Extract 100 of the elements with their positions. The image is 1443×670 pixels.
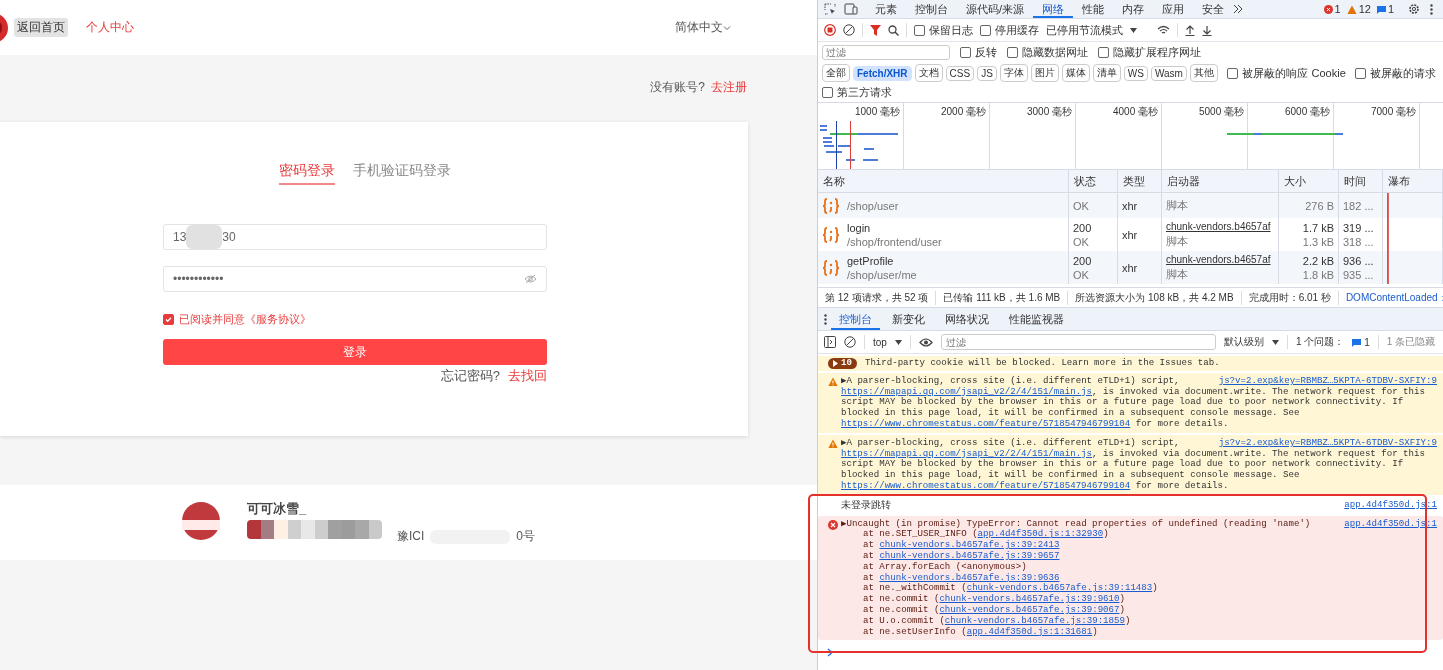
type-filter-chip[interactable]: 全部 [822,64,850,82]
checkbox[interactable] [1227,67,1239,79]
context-selector[interactable]: top [873,336,887,348]
clear-icon[interactable] [843,24,855,36]
column-header[interactable]: 名称 [823,173,845,189]
home-button[interactable]: 返回首页 [14,18,68,37]
dropdown-arrow-icon[interactable] [1271,339,1279,345]
device-toolbar-icon[interactable] [844,3,858,15]
more-icon[interactable] [824,313,827,325]
panel-tab[interactable]: 网络 [1033,0,1074,18]
checkbox[interactable] [822,87,833,98]
request-name[interactable]: login [847,221,942,234]
drawer-tab[interactable]: 性能监视器 [1001,308,1072,330]
stack-link[interactable]: chunk-vendors.b4657afe.js:39:9636 [879,571,1060,583]
record-stop-icon[interactable] [824,24,836,36]
panel-tab[interactable]: 元素 [866,0,906,18]
stack-link[interactable]: app.4d4f350d.js:1:32930 [977,528,1104,540]
stack-link[interactable]: chunk-vendors.b4657afe.js:39:11483 [966,582,1153,594]
checkbox[interactable] [960,47,971,58]
warning-icon[interactable] [828,438,838,449]
type-filter-chip[interactable]: 字体 [999,64,1028,82]
issues-badge[interactable]: 10 [828,358,857,369]
dropdown-arrow-icon[interactable] [894,339,902,345]
user-center-link[interactable]: 个人中心 [86,19,134,36]
source-link[interactable]: js?v=2.exp&key=RBMBZ…5KPTA-6TDBV-SXFIY:9 [1218,375,1437,387]
initiator-link[interactable]: chunk-vendors.b4657af [1166,253,1274,265]
type-filter-chip[interactable]: 文档 [914,64,943,82]
column-header[interactable]: 启动器 [1167,173,1200,189]
search-icon[interactable] [888,24,899,36]
filter-field[interactable]: 过滤 [822,45,950,60]
upload-icon[interactable] [1185,24,1195,36]
stack-link[interactable]: chunk-vendors.b4657afe.js:39:9067 [939,603,1120,615]
type-filter-chip[interactable]: 其他 [1189,64,1218,82]
panel-tab[interactable]: 安全 [1193,0,1234,18]
more-tabs-icon[interactable] [1233,4,1244,14]
url-link[interactable]: https://mapapi.qq.com/jsapi_v2/2/4/151/main.js [841,447,1093,459]
issues-count[interactable]: 1 [1364,336,1370,348]
type-filter-chip[interactable]: WS [1123,65,1148,81]
info-count[interactable]: 1 [1387,3,1394,15]
url-link[interactable]: https://mapapi.qq.com/jsapi_v2/2/4/151/main.js [841,385,1093,397]
avatar-icon[interactable] [182,500,220,542]
type-filter-chip[interactable]: CSS [945,65,975,81]
stack-link[interactable]: chunk-vendors.b4657afe.js:39:9657 [879,549,1060,561]
eye-icon[interactable] [918,337,933,347]
error-icon[interactable] [1323,4,1333,14]
login-tab[interactable]: 密码登录 [279,162,335,185]
message-icon[interactable] [1376,4,1386,14]
braces-icon[interactable] [822,225,840,244]
message-icon[interactable] [1352,337,1362,347]
register-link[interactable]: 去注册 [711,79,747,96]
url-link[interactable]: https://www.chromestatus.com/feature/5718547946799104 [841,479,1131,491]
clear-icon[interactable] [844,336,856,348]
url-link[interactable]: https://www.chromestatus.com/feature/5718547946799104 [841,418,1131,429]
agreement-checkbox[interactable] [163,314,174,325]
stack-link[interactable]: app.4d4f350d.js:1:31681 [966,625,1093,637]
error-icon[interactable] [828,519,838,530]
phone-field[interactable]: 13 30 [163,224,547,250]
source-link[interactable]: js?v=2.exp&key=RBMBZ…5KPTA-6TDBV-SXFIY:9 [1218,437,1437,449]
log-level-dropdown[interactable]: 默认级别 [1223,335,1264,349]
braces-icon[interactable] [822,196,840,215]
prompt-chevron-icon[interactable] [827,648,833,658]
panel-tab[interactable]: 控制台 [906,0,957,18]
error-count[interactable]: 1 [1334,3,1341,15]
settings-icon[interactable] [1408,3,1420,15]
drawer-tab[interactable]: 控制台 [831,308,880,330]
checkbox[interactable] [1355,67,1367,79]
panel-tab[interactable]: 内存 [1113,0,1154,18]
checkbox[interactable] [1007,47,1018,58]
warning-icon[interactable] [1346,4,1357,14]
request-name[interactable]: getProfile [847,254,917,267]
warning-count[interactable]: 12 [1358,3,1371,15]
sidebar-icon[interactable] [824,336,836,348]
panel-tab[interactable]: 性能 [1073,0,1114,18]
download-icon[interactable] [1202,24,1212,36]
recover-link[interactable]: 去找回 [508,367,547,385]
type-filter-chip[interactable]: Fetch/XHR [853,65,912,81]
drawer-tab[interactable]: 新变化 [884,308,933,330]
type-filter-chip[interactable]: JS [977,65,997,81]
dom-content-loaded-link[interactable]: DOMContentLoaded： [1338,290,1443,305]
console-filter-field[interactable]: 过滤 [940,334,1216,350]
login-tab[interactable]: 手机验证码登录 [353,162,451,185]
type-filter-chip[interactable]: Wasm [1150,65,1187,81]
braces-icon[interactable] [822,258,840,277]
dropdown-arrow-icon[interactable] [1130,27,1137,33]
initiator-link[interactable]: chunk-vendors.b4657af [1166,220,1274,232]
more-icon[interactable] [1430,3,1433,15]
inspect-icon[interactable] [824,3,836,15]
stack-link[interactable]: chunk-vendors.b4657afe.js:39:2413 [879,539,1060,551]
type-filter-chip[interactable]: 媒体 [1061,64,1090,82]
throttling-dropdown[interactable]: 已停用节流模式 [1046,22,1123,38]
filter-icon[interactable] [870,24,881,36]
password-field[interactable]: •••••••••••• [163,266,547,292]
checkbox[interactable] [980,24,991,36]
drawer-tab[interactable]: 网络状况 [937,308,997,330]
warning-icon[interactable] [828,376,838,387]
panel-tab[interactable]: 源代码/来源 [957,0,1034,18]
type-filter-chip[interactable]: 清单 [1092,64,1121,82]
stack-link[interactable]: chunk-vendors.b4657afe.js:39:9610 [939,593,1120,605]
stack-link[interactable]: chunk-vendors.b4657afe.js:39:1859 [944,614,1125,626]
type-filter-chip[interactable]: 图片 [1030,64,1059,82]
